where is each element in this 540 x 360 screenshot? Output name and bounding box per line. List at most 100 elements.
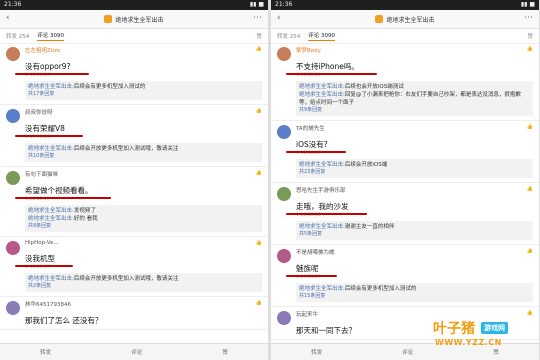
reply-author[interactable]: 绝地求生全军出击:	[299, 224, 345, 230]
tab-repost[interactable]: 转发 254	[6, 32, 29, 40]
reply-author[interactable]: 绝地求生全军出击:	[299, 162, 345, 168]
comment-item[interactable]: 👍 TA的摊先生 iOS没有? 1-10 13:16 绝地求生全军出击:后续会开放iOS…	[271, 121, 539, 183]
reply-text: 后续会开放iOS端	[344, 162, 388, 168]
comment-item[interactable]: 👍 HipHop-Ve... 没我机型 1-10 13:17 绝地求生全军出击:后续会开…	[0, 237, 268, 297]
avatar[interactable]	[277, 125, 291, 139]
like-icon[interactable]: 👍	[527, 186, 533, 192]
comment-username[interactable]: 有句下面猫咪	[25, 170, 262, 178]
like-icon[interactable]: 👍	[527, 310, 533, 316]
like-button[interactable]: 赞	[222, 348, 228, 356]
comment-username[interactable]: 不是胡噶佛为威	[296, 248, 533, 256]
comment-item[interactable]: 👍 林华6451793846 那我们了怎么 还没有？	[0, 297, 268, 330]
like-icon[interactable]: 👍	[527, 248, 533, 254]
red-underline-annotation	[15, 73, 89, 75]
repost-button[interactable]: 转发	[311, 348, 322, 356]
like-icon[interactable]: 👍	[527, 124, 533, 130]
avatar[interactable]	[277, 187, 291, 201]
reply-box[interactable]: 绝地求生全军出击:后续会有更多机型加入测试的 共15条回复	[296, 283, 533, 302]
more-replies-link[interactable]: 共15条回复	[299, 293, 530, 300]
reply-text: 发视频了	[73, 208, 96, 214]
more-replies-link[interactable]: 共8条回复	[28, 223, 259, 230]
reply-text: 后续会开放更多机型加入测试哦，敬请关注	[73, 146, 179, 152]
comment-username[interactable]: 玩起来牛	[296, 310, 533, 318]
more-replies-link[interactable]: 共9条回复	[299, 107, 530, 114]
comment-item[interactable]: 👍 思哈先生手游俱乐部 走哦，我的沙发 1-10 13:13 绝地求生全军出击:谢谢主友…	[271, 183, 539, 245]
comment-text: 不支持iPhone吗。	[286, 61, 377, 75]
comment-item[interactable]: 👍 左左祖祖Zozo 没有oppor9? 1-10 13:16 绝地求生全军出击:后续会…	[0, 43, 268, 105]
avatar[interactable]	[6, 171, 20, 185]
tab-like[interactable]: 赞	[527, 32, 533, 40]
avatar[interactable]	[6, 109, 20, 123]
tab-comment[interactable]: 评论 3090	[37, 31, 64, 41]
more-replies-link[interactable]: 共10条回复	[28, 153, 259, 160]
comment-username[interactable]: TA的摊先生	[296, 124, 533, 132]
reply-author[interactable]: 绝地求生全军出击:	[299, 84, 345, 90]
like-icon[interactable]: 👍	[256, 108, 262, 114]
battery-icon: ▮▮ ■	[249, 1, 264, 8]
like-icon[interactable]: 👍	[527, 46, 533, 52]
comment-username[interactable]: 紫梦Body	[296, 46, 533, 54]
comment-item[interactable]: 👍 有句下面猫咪 希望做个视频看看。 1-10 13:17 绝地求生全军出击:发视频了绝…	[0, 167, 268, 237]
like-icon[interactable]: 👍	[256, 300, 262, 306]
like-icon[interactable]: 👍	[256, 240, 262, 246]
red-underline-annotation	[286, 151, 346, 153]
comment-item[interactable]: 👍 叔叔你说呀 没有荣耀V8 1-10 13:14 绝地求生全军出击:后续会开放更多机型…	[0, 105, 268, 167]
more-icon[interactable]: ⋯	[253, 13, 262, 23]
reply-author[interactable]: 绝地求生全军出击:	[28, 146, 74, 152]
watermark-logo: 叶子猪 游戏网 WWW.YZZ.CN	[433, 318, 533, 354]
reply-author[interactable]: 绝地求生全军出击:	[299, 286, 345, 292]
reply-box[interactable]: 绝地求生全军出击:发视频了 绝地求生全军出击:好的 看我 共8条回复	[25, 205, 262, 232]
reply-item: 绝地求生全军出击:后续会开放iOS端	[299, 161, 530, 169]
comment-item[interactable]: 👍 不是胡噶佛为威 魅族呢 1-10 13:17 绝地求生全军出击:后续会有更多机型加入…	[271, 245, 539, 307]
reply-box[interactable]: 绝地求生全军出击:后续也会开放iOS端测试 绝地求生全军出击:回复@了小漏来把枪你…	[296, 81, 533, 116]
watermark-badge: 游戏网	[481, 322, 508, 334]
comment-username[interactable]: 思哈先生手游俱乐部	[296, 186, 533, 194]
red-underline-annotation	[15, 265, 73, 267]
reply-author[interactable]: 绝地求生全军出击:	[28, 84, 74, 90]
like-icon[interactable]: 👍	[256, 170, 262, 176]
reply-author[interactable]: 绝地求生全军出击:	[28, 276, 74, 282]
red-underline-annotation	[15, 197, 111, 199]
tab-like[interactable]: 赞	[256, 32, 262, 40]
comment-username[interactable]: 叔叔你说呀	[25, 108, 262, 116]
reply-box[interactable]: 绝地求生全军出击:后续会有更多机型加入测试的 共17条回复	[25, 81, 262, 100]
comment-button[interactable]: 评论	[402, 348, 413, 356]
reply-author[interactable]: 绝地求生全军出击:	[28, 216, 74, 222]
comment-text: 走哦，我的沙发	[286, 201, 367, 215]
reply-text: 后续会开放更多机型加入测试哦，敬请关注	[73, 276, 179, 282]
reply-item: 绝地求生全军出击:好的 看我	[28, 215, 259, 223]
avatar[interactable]	[6, 47, 20, 61]
avatar[interactable]	[277, 311, 291, 325]
more-replies-link[interactable]: 共2条回复	[28, 283, 259, 290]
comment-button[interactable]: 评论	[131, 348, 142, 356]
repost-button[interactable]: 转发	[40, 348, 51, 356]
reply-box[interactable]: 绝地求生全军出击:后续会开放iOS端 共23条回复	[296, 159, 533, 178]
comment-list: 👍 紫梦Body 不支持iPhone吗。 1-10 13:16 绝地求生全军出击:后续也…	[271, 43, 539, 344]
tab-repost[interactable]: 转发 254	[277, 32, 300, 40]
comment-username[interactable]: 林华6451793846	[25, 300, 262, 308]
reply-author[interactable]: 绝地求生全军出击:	[28, 208, 74, 214]
comment-username[interactable]: HipHop-Ve...	[25, 240, 262, 246]
avatar[interactable]	[277, 249, 291, 263]
avatar[interactable]	[6, 301, 20, 315]
reply-box[interactable]: 绝地求生全军出击:后续会开放更多机型加入测试哦，敬请关注 共10条回复	[25, 143, 262, 162]
like-icon[interactable]: 👍	[256, 46, 262, 52]
more-icon[interactable]: ⋯	[524, 13, 533, 23]
tab-comment[interactable]: 评论 3090	[308, 31, 335, 41]
reply-box[interactable]: 绝地求生全军出击:谢谢主友一直的相伴 共5条回复	[296, 221, 533, 240]
back-arrow-icon[interactable]: ‹	[277, 13, 281, 23]
reply-author[interactable]: 绝地求生全军出击:	[299, 92, 345, 98]
avatar[interactable]	[277, 47, 291, 61]
tab-bar: 转发 254 评论 3090 赞	[271, 29, 539, 44]
status-bar: 21:36 ▮▮ ■	[271, 0, 539, 10]
more-replies-link[interactable]: 共17条回复	[28, 91, 259, 98]
back-arrow-icon[interactable]: ‹	[6, 13, 10, 23]
avatar[interactable]	[6, 241, 20, 255]
title-bar: ‹ 绝地求生全军出击 ⋯	[271, 10, 539, 29]
more-replies-link[interactable]: 共5条回复	[299, 231, 530, 238]
reply-box[interactable]: 绝地求生全军出击:后续会开放更多机型加入测试哦，敬请关注 共2条回复	[25, 273, 262, 292]
more-replies-link[interactable]: 共23条回复	[299, 169, 530, 176]
comment-item[interactable]: 👍 紫梦Body 不支持iPhone吗。 1-10 13:16 绝地求生全军出击:后续也…	[271, 43, 539, 121]
comment-text-content: 那天和一同下去？	[296, 326, 356, 335]
comment-username[interactable]: 左左祖祖Zozo	[25, 46, 262, 54]
